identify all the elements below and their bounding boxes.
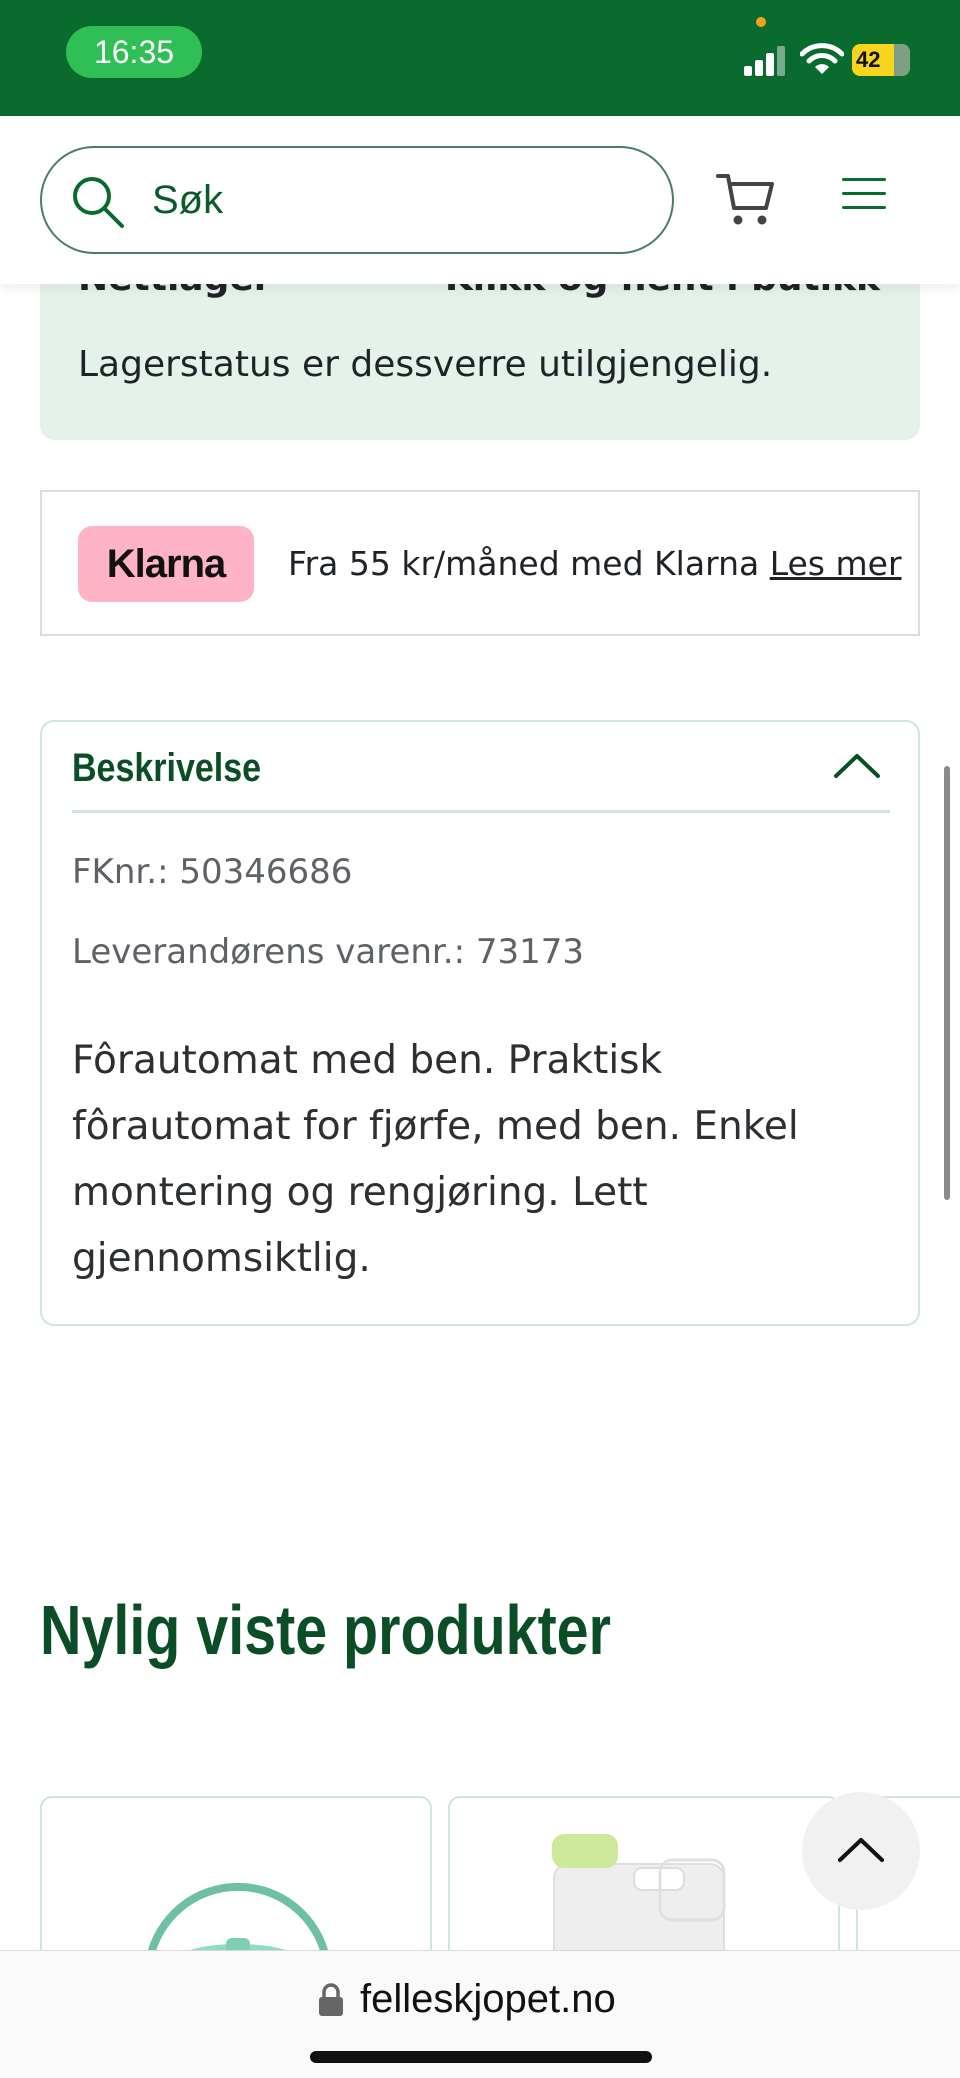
klarna-text-line: Fra 55 kr/måned med Klarna Les mer — [288, 544, 902, 583]
scroll-to-top-button[interactable] — [802, 1792, 920, 1910]
home-indicator — [310, 2051, 652, 2063]
browser-address-bar[interactable]: felleskjopet.no — [0, 1950, 960, 2078]
klarna-read-more-link[interactable]: Les mer — [770, 544, 902, 583]
clock: 16:35 — [66, 26, 202, 78]
online-stock-label: Nettlager — [78, 284, 272, 299]
fk-number: FKnr.: 50346686 — [72, 852, 353, 892]
site-header: Søk — [0, 116, 960, 284]
search-input[interactable]: Søk — [40, 146, 674, 254]
search-icon — [73, 177, 124, 228]
url-text: felleskjopet.no — [360, 1977, 616, 2021]
lock-icon — [319, 1983, 343, 2016]
klarna-logo: Klarna — [78, 526, 254, 602]
page-scrollbar[interactable] — [944, 766, 950, 1200]
stock-status-text: Lagerstatus er dessverre utilgjengelig. — [78, 344, 773, 385]
recently-viewed-title: Nylig viste produkter — [40, 1591, 611, 1669]
chevron-up-icon[interactable] — [832, 748, 882, 782]
battery-level: 42 — [856, 47, 881, 72]
klarna-financing-text: Fra 55 kr/måned med Klarna — [288, 544, 760, 583]
cellular-signal-icon — [744, 44, 786, 76]
description-body: Fôrautomat med ben. Praktisk fôrautomat … — [72, 1038, 799, 1281]
description-accordion: Beskrivelse FKnr.: 50346686 Leverandøren… — [40, 720, 920, 1326]
hamburger-menu-icon[interactable] — [842, 174, 890, 214]
chevron-up-icon — [838, 1838, 884, 1862]
store-pickup-label: Klikk og hent i butikk — [445, 284, 880, 299]
privacy-indicator-dot — [756, 17, 766, 27]
description-title[interactable]: Beskrivelse — [72, 746, 261, 791]
battery-icon: 42 — [852, 44, 910, 76]
status-bar: 16:35 42 — [0, 0, 960, 116]
cart-icon[interactable] — [716, 170, 776, 228]
description-divider — [72, 810, 890, 813]
stock-columns-header: Nettlager Klikk og hent i butikk — [40, 284, 920, 308]
search-placeholder: Søk — [152, 178, 224, 222]
supplier-item-number: Leverandørens varenr.: 73173 — [72, 932, 585, 972]
wifi-icon — [800, 43, 844, 74]
klarna-banner: Klarna Fra 55 kr/måned med Klarna Les me… — [40, 490, 920, 636]
